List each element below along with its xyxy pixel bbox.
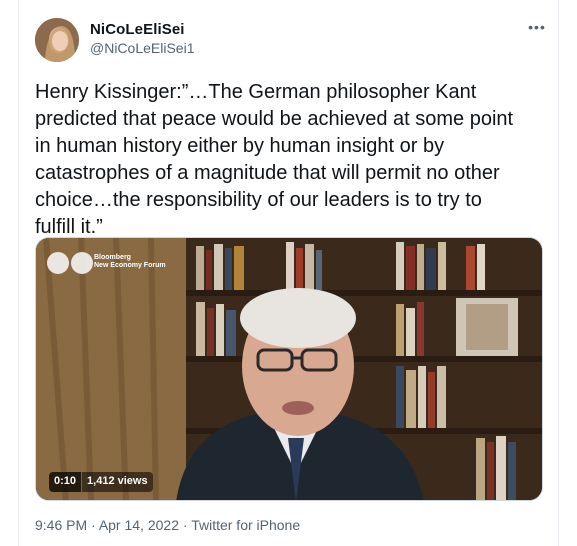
author-display-name[interactable]: NiCoLeEliSei [90, 21, 185, 38]
video-view-count: 1,412 views [81, 472, 153, 492]
video-badge: 0:10 1,412 views [49, 472, 153, 492]
video-elapsed-time: 0:10 [49, 472, 82, 492]
logo-line-2: New Economy Forum [94, 262, 166, 269]
meta-separator: · [87, 517, 99, 533]
logo-dot-right [71, 252, 93, 274]
author-handle[interactable]: @NiCoLeEliSei1 [90, 40, 194, 56]
tweet-metadata: 9:46 PM · Apr 14, 2022 · Twitter for iPh… [35, 517, 300, 533]
avatar-image [35, 18, 79, 62]
logo-dot-left [47, 252, 69, 274]
video-logo-text: Bloomberg New Economy Forum [94, 254, 184, 270]
logo-line-1: Bloomberg [94, 254, 131, 261]
more-options-icon[interactable]: ••• [526, 16, 548, 38]
author-avatar[interactable] [35, 18, 79, 62]
video-player[interactable]: Bloomberg New Economy Forum 0:10 1,412 v… [35, 237, 543, 501]
tweet-time[interactable]: 9:46 PM [35, 517, 87, 533]
video-frame [36, 238, 542, 500]
bloomberg-logo-icon [47, 252, 93, 274]
meta-separator-2: · [178, 517, 192, 533]
tweet-date[interactable]: Apr 14, 2022 [99, 517, 179, 533]
tweet-source[interactable]: Twitter for iPhone [191, 517, 300, 533]
tweet-text: Henry Kissinger:”…The German philosopher… [35, 81, 514, 238]
